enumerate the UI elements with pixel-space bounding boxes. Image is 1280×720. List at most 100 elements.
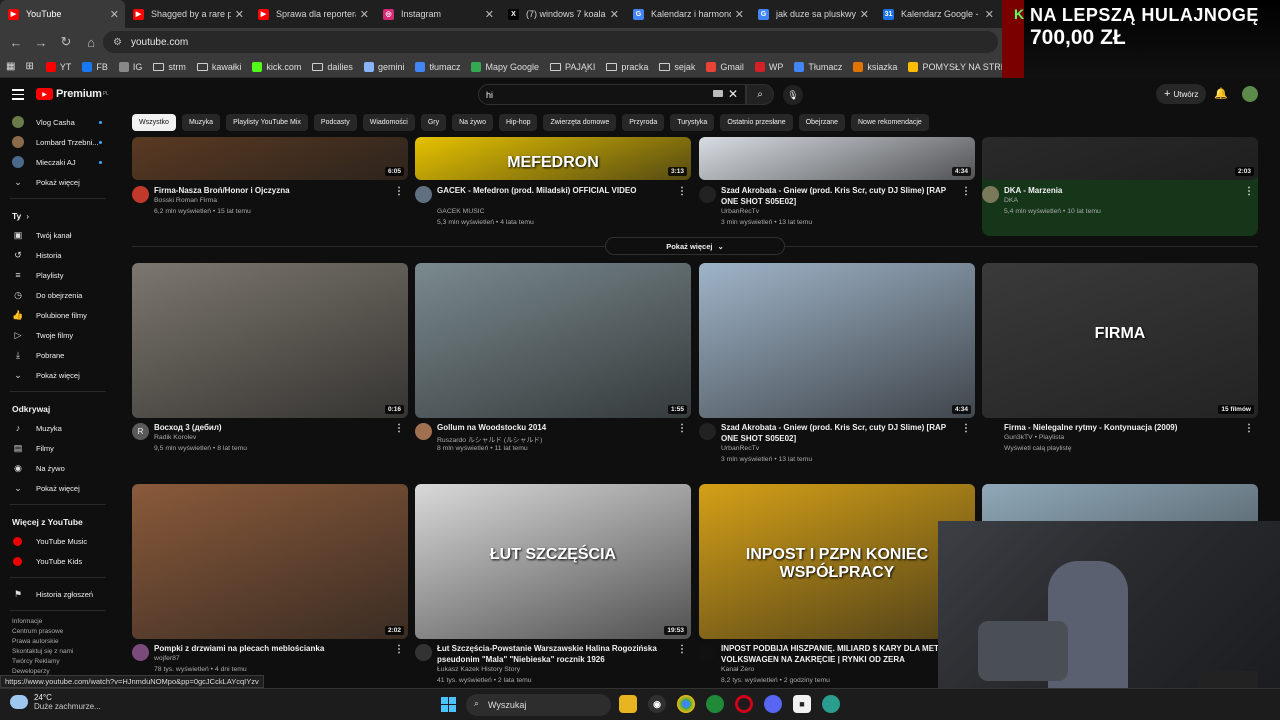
close-icon[interactable]: ✕ <box>985 8 994 21</box>
bookmark-item[interactable]: YT <box>45 61 71 72</box>
video-thumbnail[interactable]: 1:55 <box>415 263 691 418</box>
footer-link[interactable]: Centrum prasowe <box>0 627 116 637</box>
filter-chip[interactable]: Hip-hop <box>498 114 538 131</box>
video-thumbnail[interactable]: 6:05 <box>132 137 408 180</box>
video-card[interactable]: 6:05 Firma-Nasza Broń/Honor i Ojczyzna Bos… <box>132 137 408 236</box>
video-title[interactable]: Firma-Nasza Broń/Honor i Ojczyzna <box>154 185 389 196</box>
bookmark-item[interactable]: ksiazka <box>853 61 897 72</box>
video-card[interactable]: 0:16 R Восход 3 (дебил) Radik Korolev 9,5 ml… <box>132 263 408 473</box>
video-thumbnail[interactable]: MEFEDRON 3:13 <box>415 137 691 180</box>
bookmark-item[interactable]: pracka <box>606 62 648 72</box>
video-title[interactable]: Szad Akrobata - Gniew (prod. Kris Scr, c… <box>721 422 956 444</box>
video-title[interactable]: Firma - Nielegalne rytmy - Kontynuacja (… <box>1004 422 1239 433</box>
close-icon[interactable]: ✕ <box>735 8 744 21</box>
sidebar-item[interactable]: ▷ Twoje filmy <box>0 325 116 345</box>
more-options-icon[interactable]: ⋮ <box>394 186 404 197</box>
sidebar-item[interactable]: ▤ Filmy <box>0 438 116 458</box>
video-title[interactable]: Pompki z drzwiami na plecach meblościank… <box>154 643 389 654</box>
obs-icon[interactable]: ◉ <box>648 695 666 713</box>
channel-name[interactable]: Ruszardo ルシャルド (ルシャルド) <box>437 434 542 444</box>
avatar[interactable] <box>1242 86 1258 102</box>
more-options-icon[interactable]: ⋮ <box>394 644 404 655</box>
video-card[interactable]: INPOST I PZPN KONIEC WSPÓŁPRACY INPOST PO… <box>699 484 975 694</box>
video-card[interactable]: 1:55 Gollum na Woodstocku 2014 Ruszardo ルシ… <box>415 263 691 473</box>
keyboard-icon[interactable] <box>713 90 723 97</box>
bookmark-item[interactable]: Tłumacz <box>794 61 842 72</box>
channel-name[interactable]: Bosski Roman Firma <box>154 197 217 204</box>
channel-avatar[interactable] <box>132 186 149 203</box>
sidebar-item[interactable]: ⌄ Pokaż więcej <box>0 478 116 498</box>
youtube-logo[interactable]: ▶ Premium PL <box>36 88 109 100</box>
channel-name[interactable]: Łukasz Kazek History Story <box>437 666 520 673</box>
sidebar-item[interactable]: 👍 Polubione filmy <box>0 305 116 325</box>
video-title[interactable]: Łut Szczęścia-Powstanie Warszawskie Hali… <box>437 643 672 665</box>
sidebar-show-more[interactable]: ⌄ Pokaż więcej <box>0 172 116 192</box>
channel-name[interactable]: UrbanRecTv <box>721 208 759 215</box>
video-card[interactable]: ŁUT SZCZĘŚCIA 19:53 Łut Szczęścia-Powstani… <box>415 484 691 694</box>
clear-icon[interactable]: ✕ <box>728 87 738 101</box>
filter-chip[interactable]: Playlisty YouTube Mix <box>226 114 308 131</box>
search-input[interactable]: hi ✕ <box>478 84 746 105</box>
sidebar-item[interactable]: ◉ Na żywo <box>0 458 116 478</box>
channel-avatar[interactable] <box>699 644 716 661</box>
sidebar-subscription[interactable]: Lombard Trzebni... <box>0 132 116 152</box>
bookmark-item[interactable]: FB <box>82 61 108 72</box>
sidebar-item[interactable]: YouTube Kids <box>0 551 116 571</box>
discord-icon[interactable] <box>764 695 782 713</box>
bookmark-item[interactable]: kick.com <box>252 61 301 72</box>
reload-icon[interactable]: ↻ <box>54 30 78 54</box>
video-thumbnail[interactable]: 0:16 <box>132 263 408 418</box>
opera-icon[interactable] <box>735 695 753 713</box>
apps-icon[interactable]: ▦ <box>6 61 15 72</box>
browser-tab[interactable]: ◎ Instagram ✕ <box>375 0 500 28</box>
sidebar-item[interactable]: YouTube Music <box>0 531 116 551</box>
channel-avatar[interactable] <box>132 644 149 661</box>
create-button[interactable]: + Utwórz <box>1156 84 1207 104</box>
close-icon[interactable]: ✕ <box>235 8 244 21</box>
video-thumbnail[interactable]: FIRMA 15 filmów <box>982 263 1258 418</box>
shield-icon[interactable] <box>706 695 724 713</box>
footer-link[interactable]: Skontaktuj się z nami <box>0 647 116 657</box>
video-thumbnail[interactable]: 4:34 <box>699 263 975 418</box>
browser-tab[interactable]: ▶ Shagged by a rare pa ✕ <box>125 0 250 28</box>
video-card[interactable]: 4:34 Szad Akrobata - Gniew (prod. Kris Sc… <box>699 263 975 473</box>
video-card[interactable]: 4:34 Szad Akrobata - Gniew (prod. Kris Sc… <box>699 137 975 236</box>
more-options-icon[interactable]: ⋮ <box>1244 186 1254 197</box>
globe-icon[interactable] <box>822 695 840 713</box>
channel-avatar[interactable] <box>699 186 716 203</box>
filter-chip[interactable]: Turystyka <box>670 114 715 131</box>
filter-chip[interactable]: Ostatnio przesłane <box>720 114 793 131</box>
weather-widget[interactable]: 24°C Duże zachmurze... <box>10 693 101 711</box>
video-thumbnail[interactable]: 2:03 <box>982 137 1258 180</box>
video-title[interactable]: DKA - Marzenia <box>1004 185 1239 196</box>
close-icon[interactable]: ✕ <box>110 8 119 21</box>
channel-avatar[interactable] <box>982 186 999 203</box>
grid-icon[interactable]: ⊞ <box>25 61 33 72</box>
bookmark-item[interactable]: tłumacz <box>415 61 460 72</box>
bookmark-item[interactable]: WP <box>754 61 783 72</box>
start-icon[interactable] <box>441 697 456 712</box>
file-explorer-icon[interactable] <box>619 695 637 713</box>
sidebar-item[interactable]: ⌄ Pokaż więcej <box>0 365 116 385</box>
footer-link[interactable]: Informacje <box>0 617 116 627</box>
channel-avatar[interactable] <box>415 644 432 661</box>
close-icon[interactable]: ✕ <box>860 8 869 21</box>
address-bar[interactable]: ⚙ youtube.com <box>103 31 998 53</box>
site-info-icon[interactable]: ⚙ <box>113 37 122 48</box>
sidebar-heading-you[interactable]: Ty › <box>0 205 116 225</box>
bookmark-item[interactable]: dailies <box>312 62 353 72</box>
filter-chip[interactable]: Obejrzane <box>798 114 845 131</box>
filter-chip[interactable]: Na żywo <box>452 114 493 131</box>
channel-name[interactable]: DKA <box>1004 197 1018 204</box>
bookmark-item[interactable]: sejak <box>659 62 695 72</box>
filter-chip[interactable]: Wszystko <box>132 114 176 131</box>
video-card[interactable]: MEFEDRON 3:13 GACEK - Mefedron (prod. Mila… <box>415 137 691 236</box>
close-icon[interactable]: ✕ <box>360 8 369 21</box>
video-card[interactable]: 2:03 DKA - Marzenia DKA 5,4 mln wyświetleń … <box>982 137 1258 236</box>
video-card[interactable]: 2:02 Pompki z drzwiami na plecach meblośc… <box>132 484 408 694</box>
sidebar-item[interactable]: ⤓ Pobrane <box>0 345 116 365</box>
more-options-icon[interactable]: ⋮ <box>961 186 971 197</box>
channel-name[interactable]: Gun3kTV • Playlista <box>1004 434 1064 441</box>
sidebar-item[interactable]: ≡ Playlisty <box>0 265 116 285</box>
footer-link[interactable]: Twórcy Reklamy <box>0 657 116 667</box>
